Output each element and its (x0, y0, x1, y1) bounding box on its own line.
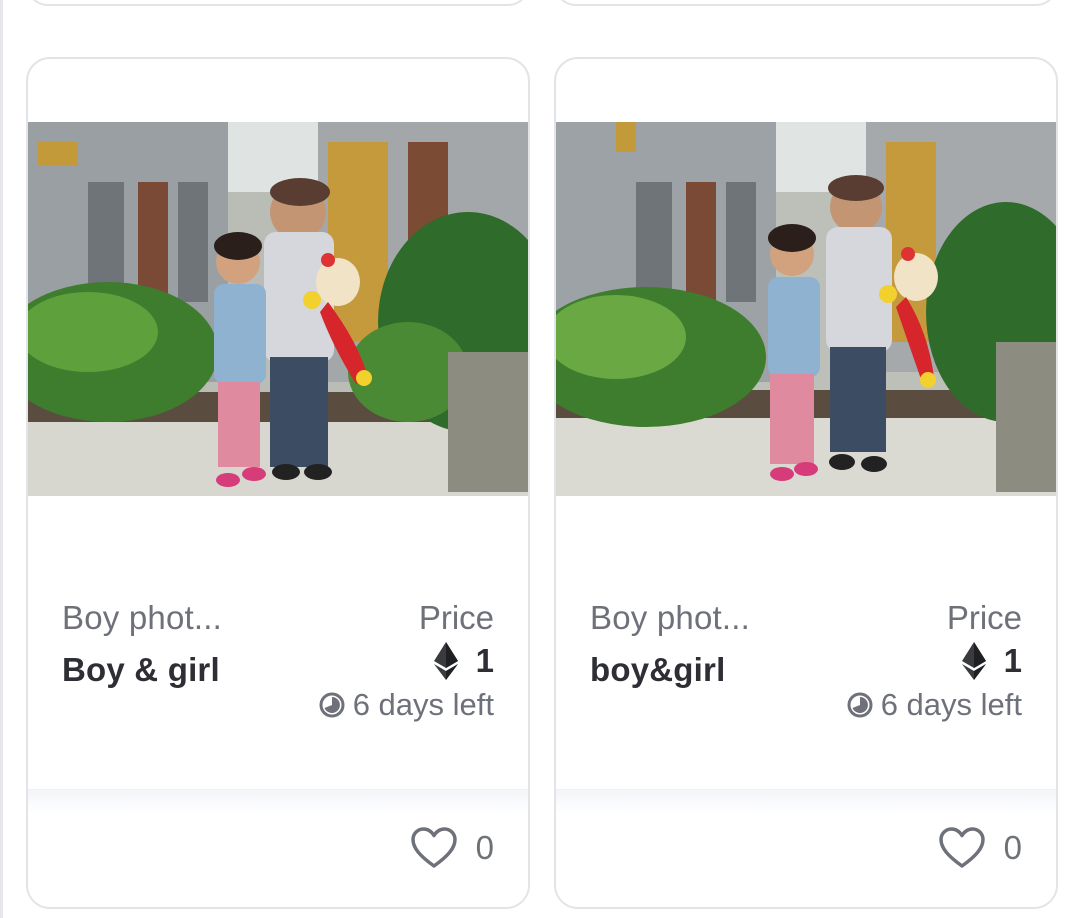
time-left: 6 days left (352, 687, 494, 722)
nft-image[interactable] (556, 122, 1056, 496)
item-name[interactable]: Boy & girl (62, 651, 220, 689)
like-count: 0 (475, 829, 494, 866)
time-left: 6 days left (880, 687, 1022, 722)
like-button[interactable]: 0 (410, 824, 494, 872)
item-name[interactable]: boy&girl (590, 651, 725, 689)
price-label: Price (946, 599, 1022, 636)
price-label: Price (418, 599, 494, 636)
like-button[interactable]: 0 (938, 824, 1022, 872)
photo-boy-and-girl (28, 122, 528, 496)
heart-icon[interactable] (938, 826, 986, 870)
photo-boy-and-girl (556, 122, 1056, 496)
collection-name[interactable]: Boy phot... (590, 599, 750, 637)
scroll-edge-divider (0, 0, 3, 918)
timer-icon (319, 692, 345, 718)
nft-image[interactable] (28, 122, 528, 496)
ethereum-icon (961, 642, 986, 680)
heart-icon[interactable] (410, 826, 458, 870)
price-value: 1 (475, 642, 494, 679)
previous-card-bottom-edge (554, 0, 1058, 6)
price-row: 1 (961, 641, 1022, 681)
time-left-row: 6 days left (847, 685, 1022, 725)
card-footer: 0 (28, 789, 528, 907)
nft-card[interactable]: Boy phot... boy&girl Price 1 6 days left (554, 57, 1058, 909)
nft-card[interactable]: Boy phot... Boy & girl Price 1 6 days le… (26, 57, 530, 909)
like-count: 0 (1003, 829, 1022, 866)
price-row: 1 (433, 641, 494, 681)
collection-name[interactable]: Boy phot... (62, 599, 222, 637)
price-value: 1 (1003, 642, 1022, 679)
timer-icon (847, 692, 873, 718)
card-footer: 0 (556, 789, 1056, 907)
previous-card-bottom-edge (26, 0, 530, 6)
ethereum-icon (433, 642, 458, 680)
nft-grid-page: Boy phot... Boy & girl Price 1 6 days le… (0, 0, 1080, 918)
nft-info: Boy phot... boy&girl Price 1 6 days left (590, 595, 1022, 725)
time-left-row: 6 days left (319, 685, 494, 725)
nft-info: Boy phot... Boy & girl Price 1 6 days le… (62, 595, 494, 725)
